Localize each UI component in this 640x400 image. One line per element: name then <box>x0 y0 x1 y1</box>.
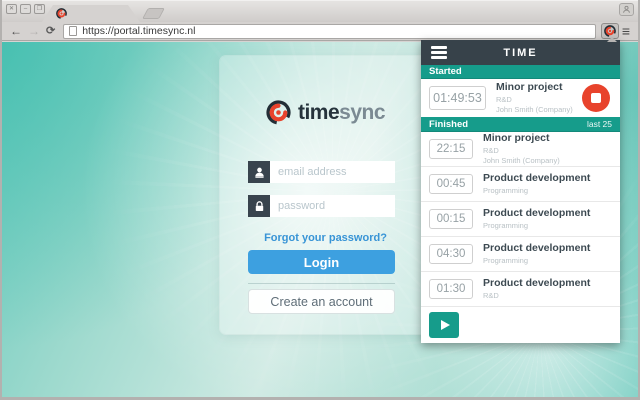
page-icon <box>69 26 78 36</box>
popup-footer <box>421 307 620 343</box>
back-button[interactable]: ← <box>7 25 25 37</box>
time-entry-row[interactable]: 00:15 Product development Programming <box>421 202 620 237</box>
entry-duration: 01:30 <box>429 279 473 299</box>
stop-icon <box>591 93 601 103</box>
entry-project: Product development <box>483 242 591 255</box>
email-row <box>248 161 395 183</box>
time-entry-row[interactable]: 01:30 Product development R&D <box>421 272 620 307</box>
login-card: timesync email address Forgot your passw… <box>220 56 431 334</box>
entry-task: Programming <box>483 255 529 265</box>
timesync-extension-icon <box>603 25 616 37</box>
divider <box>248 283 395 284</box>
time-entry-row[interactable]: 04:30 Product development Programming <box>421 237 620 272</box>
entry-project: Product development <box>483 172 591 185</box>
stop-timer-button[interactable] <box>582 84 610 112</box>
play-icon <box>440 320 450 330</box>
logo-wordmark: timesync <box>297 100 386 124</box>
finished-count-label: last 25 <box>586 119 612 129</box>
finished-section-header: Finished last 25 <box>421 117 620 132</box>
browser-menu-button[interactable]: ≡ <box>619 24 633 38</box>
popup-title: TIME <box>503 46 538 59</box>
forward-button[interactable]: → <box>25 25 43 37</box>
entry-duration: 00:45 <box>429 174 473 194</box>
popup-header: TIME <box>421 40 620 65</box>
browser-toolbar: ← → ⟳ https://portal.timesync.nl ≡ <box>2 22 638 41</box>
entry-project: Minor project <box>483 132 550 145</box>
close-window-icon[interactable]: ✕ <box>6 4 17 14</box>
active-entry-project: Minor project <box>496 81 563 94</box>
reload-button[interactable]: ⟳ <box>43 25 58 37</box>
timesync-extension-popup: TIME Started 01:49:53 Minor project R&D … <box>421 40 620 343</box>
window-controls: ✕ – ❐ <box>6 4 45 14</box>
entry-duration: 22:15 <box>429 139 473 159</box>
browser-tab[interactable] <box>42 5 140 22</box>
maximize-window-icon[interactable]: ❐ <box>34 4 45 14</box>
start-timer-button[interactable] <box>429 312 459 338</box>
entry-duration: 04:30 <box>429 244 473 264</box>
login-button[interactable]: Login <box>248 250 395 274</box>
entry-project: Product development <box>483 207 591 220</box>
active-entry-duration: 01:49:53 <box>429 86 486 110</box>
entry-task: R&D <box>483 146 499 156</box>
timesync-logo: timesync <box>220 100 431 125</box>
popup-anchor-arrow <box>607 37 617 42</box>
time-entry-row[interactable]: 22:15 Minor project R&D John Smith (Comp… <box>421 132 620 167</box>
entry-person: John Smith (Company) <box>483 155 560 165</box>
browser-window: ✕ – ❐ ← → ⟳ https://portal.timesync.nl ≡… <box>0 0 640 400</box>
minimize-window-icon[interactable]: – <box>20 4 31 14</box>
email-field[interactable] <box>270 161 395 183</box>
active-entry-person: John Smith (Company) <box>496 104 573 114</box>
entry-task: R&D <box>483 290 499 300</box>
lock-icon <box>248 195 270 217</box>
time-entry-row[interactable]: 00:45 Product development Programming <box>421 167 620 202</box>
password-field[interactable] <box>270 195 395 217</box>
profile-button[interactable] <box>619 3 634 16</box>
entry-task: Programming <box>483 185 529 195</box>
user-avatar-icon <box>623 5 630 13</box>
active-entry-task: R&D <box>496 95 512 105</box>
new-tab-button[interactable] <box>142 8 165 19</box>
browser-titlebar: ✕ – ❐ <box>2 0 638 22</box>
forgot-password-link[interactable]: Forgot your password? <box>220 232 431 244</box>
started-section-header: Started <box>421 65 620 79</box>
entry-task: Programming <box>483 220 529 230</box>
entry-duration: 00:15 <box>429 209 473 229</box>
create-account-button[interactable]: Create an account <box>248 289 395 314</box>
user-icon <box>248 161 270 183</box>
url-text[interactable]: https://portal.timesync.nl <box>82 25 195 37</box>
address-bar[interactable]: https://portal.timesync.nl <box>63 23 596 39</box>
password-row <box>248 195 395 217</box>
timesync-logo-icon <box>266 100 291 125</box>
active-time-entry[interactable]: 01:49:53 Minor project R&D John Smith (C… <box>421 79 620 117</box>
timesync-favicon-icon <box>56 8 67 19</box>
entry-project: Product development <box>483 277 591 290</box>
